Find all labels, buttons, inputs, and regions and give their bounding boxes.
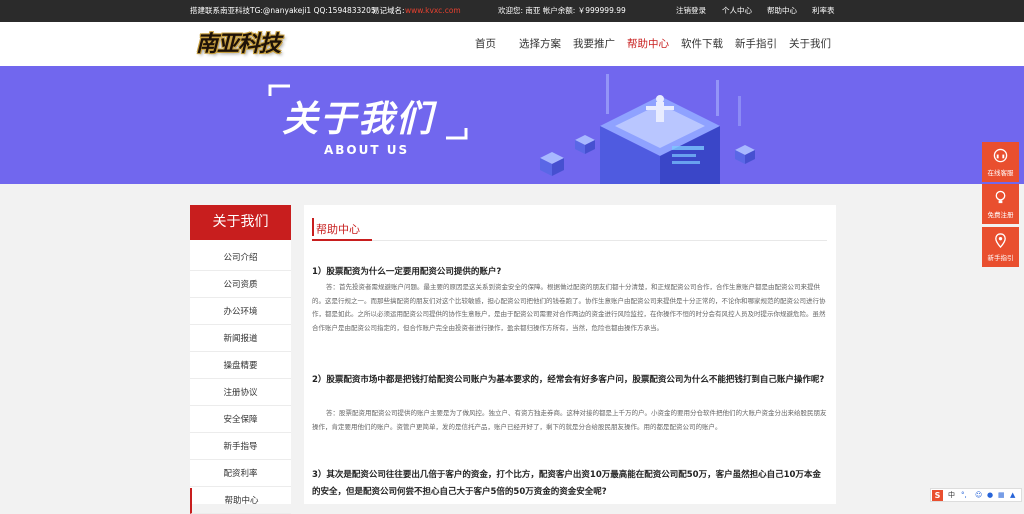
question-3: 3）其次是配资公司往往要出几倍于客户的资金，打个比方，配资客户出资10万最高能在… (312, 470, 821, 497)
skin-icon[interactable]: ▲ (1010, 489, 1015, 501)
online-service-button[interactable]: 在线客服 (982, 142, 1019, 182)
help-content: 帮助中心 1）股票配资为什么一定要用配资公司提供的账户? 答：首先投资者需规避账… (304, 205, 836, 504)
sidebar-item-news[interactable]: 新闻报道 (190, 326, 291, 352)
ime-toolbar[interactable]: S 中 °, ☺ ● ▦ ▲ (930, 488, 1022, 502)
domain-label: 易记域名: (372, 6, 405, 15)
rate-table-link[interactable]: 利率表 (812, 0, 835, 22)
sidebar-item-qualification[interactable]: 公司资质 (190, 272, 291, 298)
top-bar: 搭建联系南亚科技TG:@nanyakeji1 QQ:1594833205 易记域… (0, 0, 1024, 22)
logo-text: 南亚科技 (196, 31, 281, 57)
sidebar-item-rate[interactable]: 配资利率 (190, 461, 291, 487)
about-banner: 关于我们 ABOUT US (0, 66, 1024, 184)
welcome-text: 欢迎您: 南亚 帐户余额: ￥999999.99 (498, 6, 626, 15)
answer-1: 答：首先投资者需规避账户问题。最主要的原因是这关系到资金安全的保障。根据做过配资… (312, 283, 826, 332)
banner-illustration (268, 74, 755, 184)
sidebar-item-company-intro[interactable]: 公司介绍 (190, 245, 291, 271)
headset-icon (993, 148, 1008, 163)
sidebar-title: 关于我们 (190, 205, 291, 240)
lightbulb-icon (995, 190, 1006, 204)
nav-choose-plan[interactable]: 选择方案 (519, 22, 561, 66)
logout-link[interactable]: 注销登录 (676, 0, 706, 22)
header: 南亚科技 首页 选择方案 我要推广 帮助中心 软件下载 新手指引 关于我们 (0, 22, 1024, 66)
sidebar-item-help-center[interactable]: 帮助中心 (190, 488, 291, 514)
ime-lang[interactable]: 中 (948, 489, 955, 501)
question-2: 2）股票配资市场中都是把钱打给配资公司账户为基本要求的，经常会有好多客户问，股票… (312, 375, 825, 385)
nav-about-us[interactable]: 关于我们 (789, 22, 831, 66)
sidebar-item-trading-tips[interactable]: 操盘精要 (190, 353, 291, 379)
nav-software-download[interactable]: 软件下载 (681, 22, 723, 66)
title-divider-accent (312, 239, 372, 241)
banner-title: 关于我们 (282, 99, 435, 140)
nav-promote[interactable]: 我要推广 (573, 22, 615, 66)
mic-icon[interactable]: ● (987, 489, 993, 501)
banner-subtitle: ABOUT US (324, 143, 410, 157)
nav-beginner-guide[interactable]: 新手指引 (735, 22, 777, 66)
personal-center-link[interactable]: 个人中心 (722, 0, 752, 22)
sidebar: 关于我们 公司介绍 公司资质 办公环境 新闻报道 操盘精要 注册协议 安全保障 … (190, 205, 291, 514)
keyboard-icon[interactable]: ▦ (998, 489, 1005, 501)
logo[interactable]: 南亚科技 (196, 26, 296, 62)
beginner-guide-label: 新手指引 (987, 254, 1014, 262)
nav-help-center[interactable]: 帮助中心 (627, 22, 669, 66)
contact-text: 搭建联系南亚科技TG:@nanyakeji1 QQ:1594833205 (190, 6, 376, 15)
beginner-guide-button[interactable]: 新手指引 (982, 227, 1019, 267)
sidebar-item-agreement[interactable]: 注册协议 (190, 380, 291, 406)
free-register-button[interactable]: 免费注册 (982, 184, 1019, 224)
free-register-label: 免费注册 (987, 211, 1014, 219)
sidebar-item-guide[interactable]: 新手指导 (190, 434, 291, 460)
title-divider (312, 240, 827, 241)
nav-home[interactable]: 首页 (475, 22, 496, 66)
emoji-icon[interactable]: ☺ (975, 489, 982, 501)
answer-2: 答：股票配资用配资公司提供的账户主要是为了做风控。独立户、有资方独走券商。这种对… (312, 409, 827, 431)
punctuation-icon[interactable]: °, (961, 489, 967, 501)
sogou-icon: S (932, 490, 943, 501)
title-accent-bar (312, 218, 314, 236)
online-service-label: 在线客服 (987, 169, 1014, 177)
sidebar-item-office[interactable]: 办公环境 (190, 299, 291, 325)
location-pin-icon (995, 233, 1006, 248)
domain-link[interactable]: www.kvxc.com (405, 0, 461, 22)
content-title: 帮助中心 (316, 223, 360, 236)
question-1: 1）股票配资为什么一定要用配资公司提供的账户? (312, 267, 502, 277)
help-center-link[interactable]: 帮助中心 (767, 0, 797, 22)
sidebar-item-security[interactable]: 安全保障 (190, 407, 291, 433)
